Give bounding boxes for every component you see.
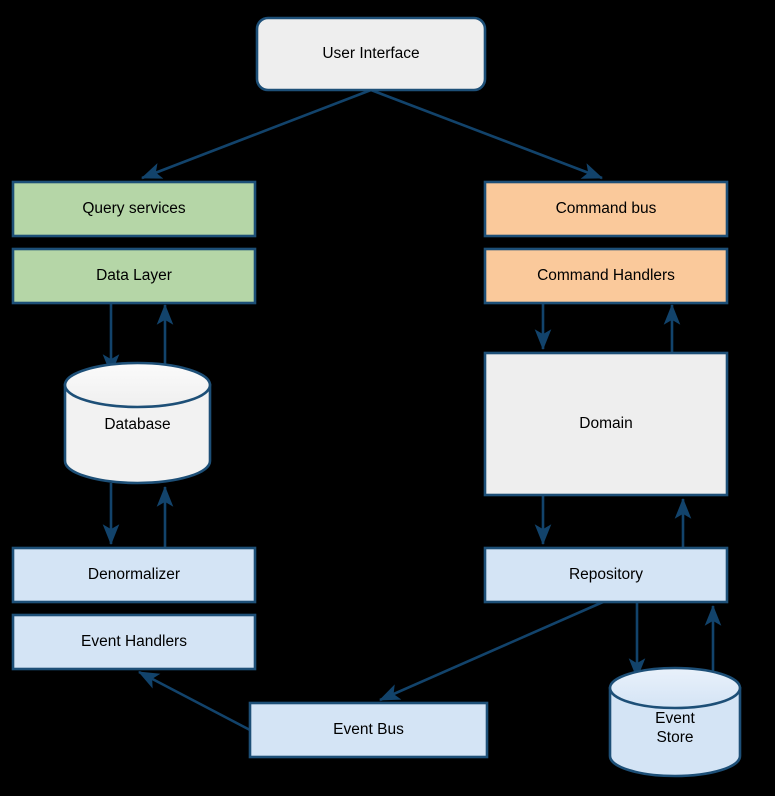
- edge-event-bus-to-event-handlers: [138, 670, 251, 732]
- edge-repository-to-event-bus: [379, 600, 604, 702]
- node-denormalizer[interactable]: [11, 546, 257, 604]
- node-query-services[interactable]: [11, 180, 257, 238]
- edge-ui-to-command-bus: [370, 88, 603, 180]
- node-user-interface[interactable]: [255, 16, 487, 92]
- edge-ui-to-query-services: [141, 88, 372, 180]
- node-repository[interactable]: [483, 546, 729, 604]
- diagram-canvas: [11, 16, 742, 778]
- node-command-bus[interactable]: [483, 180, 729, 238]
- event-store-cylinder-top: [608, 666, 742, 710]
- node-database[interactable]: [63, 361, 212, 485]
- node-data-layer[interactable]: [11, 247, 257, 305]
- node-event-handlers[interactable]: [11, 613, 257, 671]
- node-shape-layer: [11, 16, 742, 778]
- node-event-bus[interactable]: [248, 701, 489, 759]
- database-cylinder-top: [63, 361, 212, 409]
- node-command-handlers[interactable]: [483, 247, 729, 305]
- node-domain[interactable]: [483, 351, 729, 497]
- node-event-store[interactable]: [608, 666, 742, 778]
- architecture-diagram: User Interface Query services Data Layer…: [0, 0, 775, 796]
